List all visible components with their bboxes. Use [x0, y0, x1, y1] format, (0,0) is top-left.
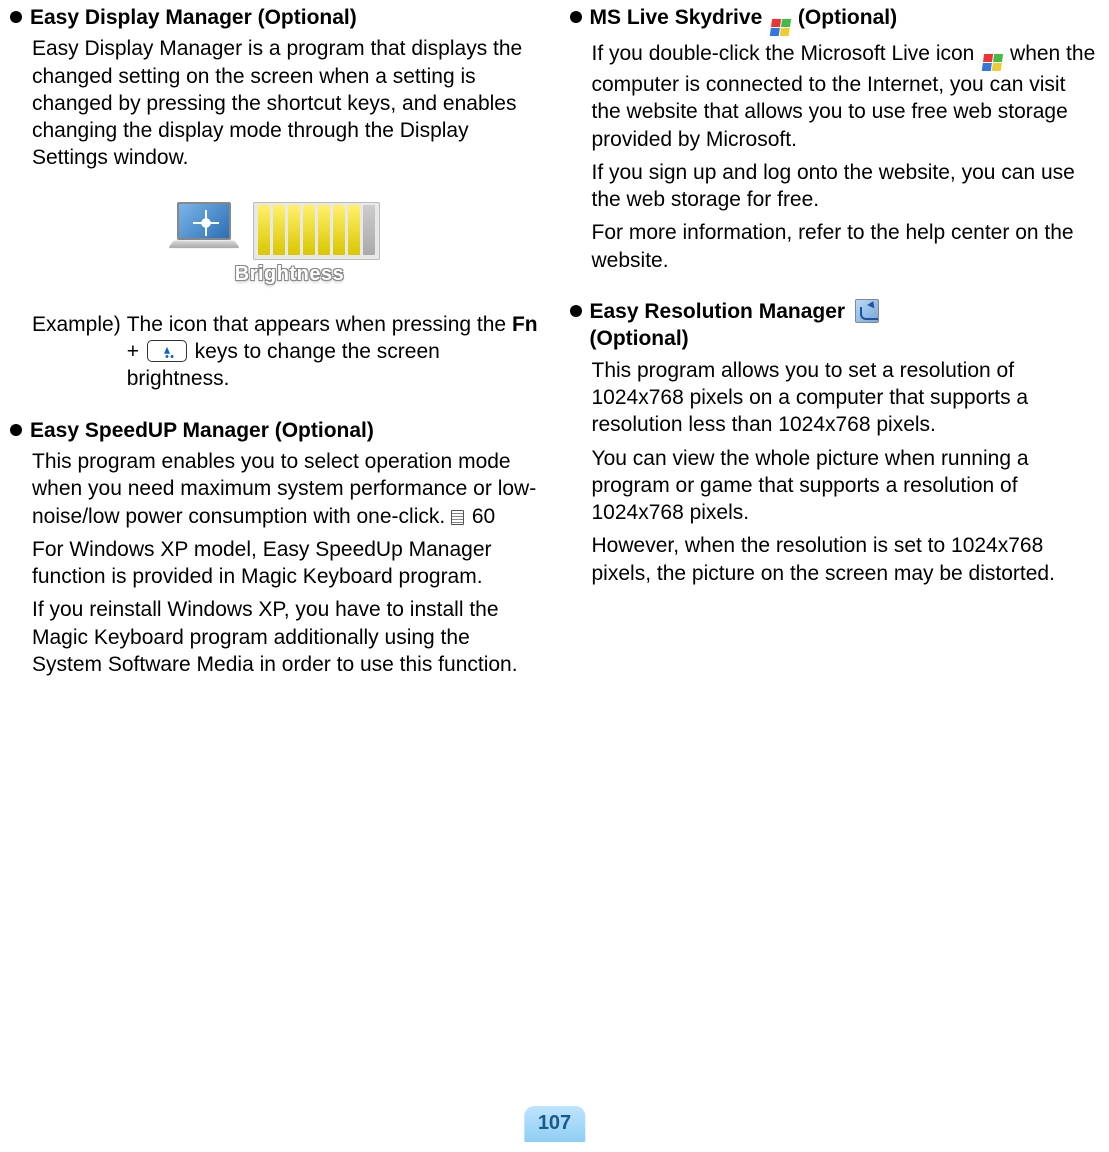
resolution-manager-icon [855, 299, 879, 323]
speedup-title: Easy SpeedUP Manager (Optional) [30, 417, 540, 444]
example-plus: + [127, 340, 145, 363]
brightness-widget: Brightness [165, 192, 385, 287]
erm-title: Easy Resolution Manager (Optional) [590, 298, 1100, 353]
example-body: The icon that appears when pressing the … [127, 311, 540, 393]
speedup-p2: For Windows XP model, Easy SpeedUp Manag… [10, 536, 540, 591]
example-pre: The icon that appears when pressing the [127, 313, 512, 336]
windows-logo-icon [769, 18, 792, 36]
erm-title-post: (Optional) [590, 327, 689, 350]
erm-section: Easy Resolution Manager (Optional) This … [570, 298, 1100, 587]
example-lead: Example) [32, 311, 121, 393]
erm-p3: However, when the resolution is set to 1… [570, 532, 1100, 587]
bullet-icon [10, 11, 22, 23]
windows-logo-icon [981, 53, 1004, 71]
skydrive-title: MS Live Skydrive (Optional) [590, 4, 1100, 36]
skydrive-title-post: (Optional) [792, 6, 897, 29]
edm-section: Easy Display Manager (Optional) Easy Dis… [10, 4, 540, 393]
speedup-pageref: 60 [472, 505, 495, 528]
speedup-heading: Easy SpeedUP Manager (Optional) [10, 417, 540, 444]
erm-heading: Easy Resolution Manager (Optional) [570, 298, 1100, 353]
edm-title: Easy Display Manager (Optional) [30, 4, 540, 31]
brightness-bars-icon [253, 202, 380, 260]
skydrive-section: MS Live Skydrive (Optional) If you doubl… [570, 4, 1100, 274]
bullet-icon [10, 424, 22, 436]
left-column: Easy Display Manager (Optional) Easy Dis… [10, 4, 540, 702]
laptop-icon [171, 202, 241, 262]
erm-p2: You can view the whole picture when runn… [570, 445, 1100, 527]
erm-title-pre: Easy Resolution Manager [590, 300, 851, 323]
page-number: 107 [524, 1106, 585, 1142]
edm-desc: Easy Display Manager is a program that d… [10, 35, 540, 171]
brightness-label: Brightness [235, 261, 344, 287]
edm-heading: Easy Display Manager (Optional) [10, 4, 540, 31]
skydrive-p1: If you double-click the Microsoft Live i… [570, 40, 1100, 153]
right-column: MS Live Skydrive (Optional) If you doubl… [570, 4, 1100, 702]
skydrive-heading: MS Live Skydrive (Optional) [570, 4, 1100, 36]
skydrive-p1-pre: If you double-click the Microsoft Live i… [592, 42, 981, 65]
bullet-icon [570, 11, 582, 23]
fn-key-label: Fn [512, 313, 538, 336]
erm-p1: This program allows you to set a resolut… [570, 357, 1100, 439]
edm-example: Example) The icon that appears when pres… [10, 311, 540, 393]
skydrive-p2: If you sign up and log onto the website,… [570, 159, 1100, 214]
brightness-key-icon [147, 340, 187, 362]
skydrive-title-pre: MS Live Skydrive [590, 6, 769, 29]
speedup-p3: If you reinstall Windows XP, you have to… [10, 596, 540, 678]
skydrive-p3: For more information, refer to the help … [570, 219, 1100, 274]
page-columns: Easy Display Manager (Optional) Easy Dis… [0, 0, 1109, 702]
bullet-icon [570, 305, 582, 317]
speedup-p1: This program enables you to select opera… [10, 448, 540, 530]
speedup-section: Easy SpeedUP Manager (Optional) This pro… [10, 417, 540, 679]
page-ref-icon [451, 510, 464, 525]
